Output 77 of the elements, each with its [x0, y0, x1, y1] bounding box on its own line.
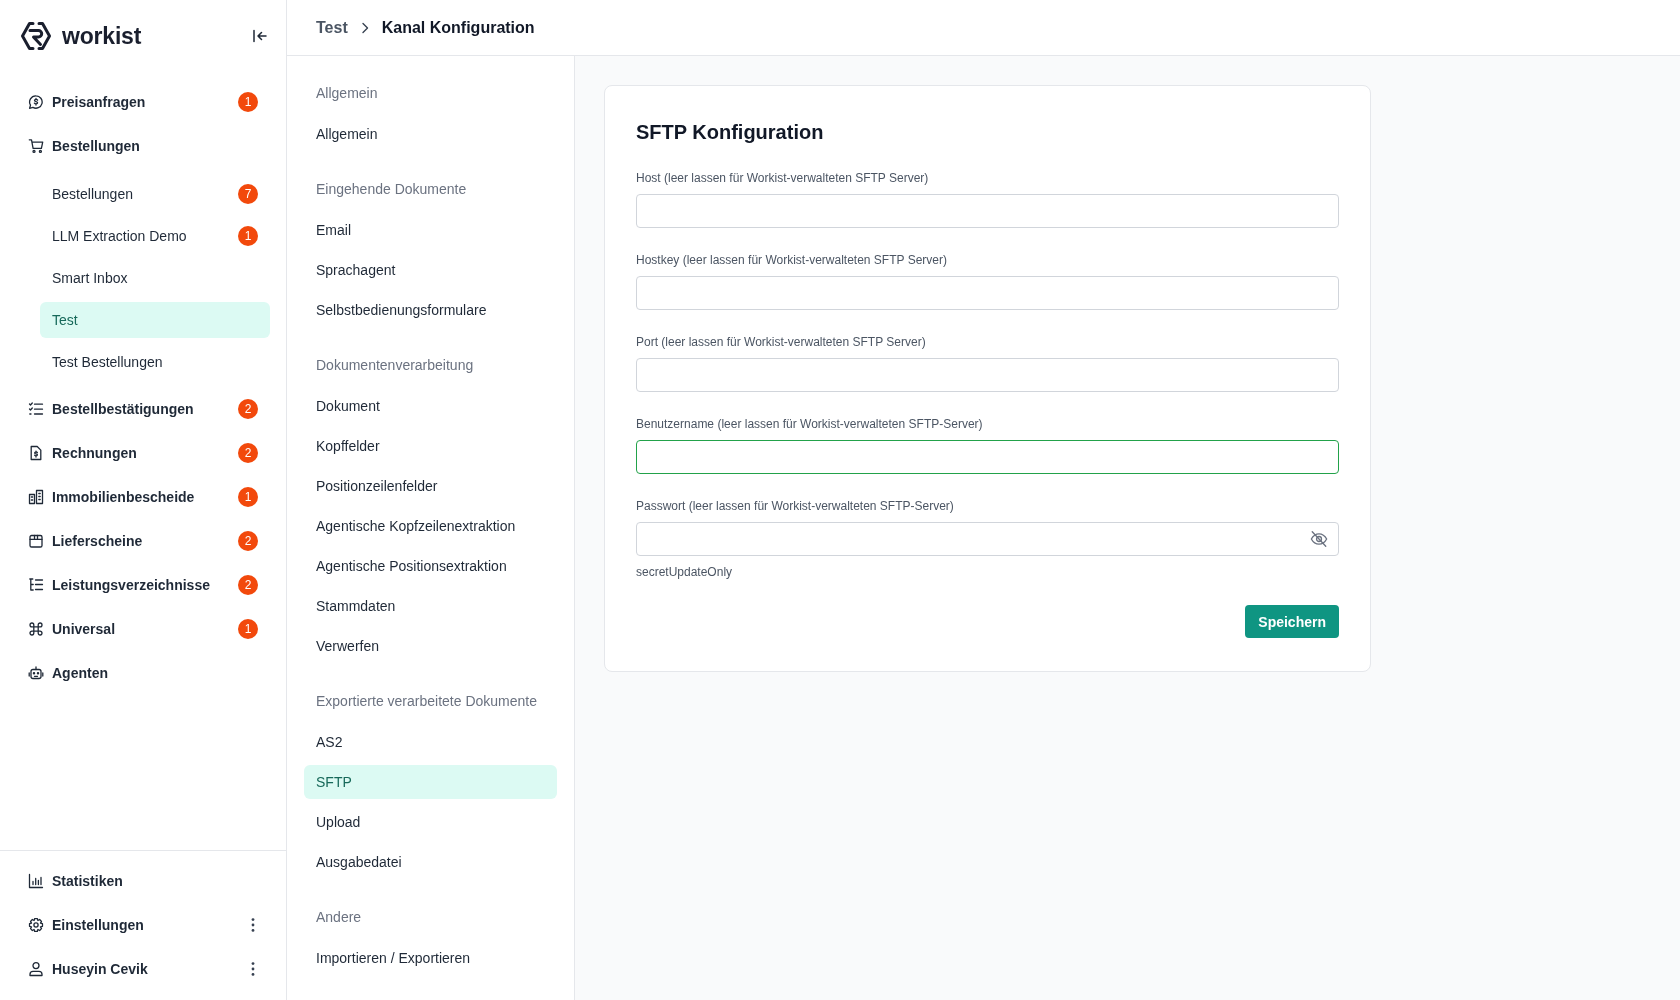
- settings-nav-item[interactable]: Dokument: [304, 389, 557, 423]
- settings-nav-item[interactable]: Sprachagent: [304, 253, 557, 287]
- nav-item[interactable]: Agenten: [16, 655, 270, 691]
- nav-item[interactable]: Bestellungen: [16, 128, 270, 164]
- save-button[interactable]: Speichern: [1245, 605, 1339, 638]
- settings-nav-item[interactable]: Agentische Kopfzeilenextraktion: [304, 509, 557, 543]
- count-badge: 2: [238, 443, 258, 463]
- more-options-icon[interactable]: [251, 962, 255, 976]
- section-heading: Exportierte verarbeitete Dokumente: [315, 692, 538, 711]
- section-heading: Allgemein: [315, 84, 379, 103]
- section-heading: Dokumentenverarbeitung: [315, 356, 475, 375]
- settings-nav-item[interactable]: Stammdaten: [304, 589, 557, 623]
- nav-item[interactable]: Lieferscheine 2: [16, 523, 270, 559]
- settings-nav-item[interactable]: Kopffelder: [304, 429, 557, 463]
- logo-icon: [20, 20, 52, 52]
- bar-chart-icon: [28, 873, 44, 889]
- box-icon: [28, 533, 44, 549]
- count-badge: 2: [238, 531, 258, 551]
- nav-item[interactable]: Statistiken: [16, 863, 270, 899]
- settings-nav-item[interactable]: Agentische Positionsextraktion: [304, 549, 557, 583]
- checklist-icon: [28, 401, 44, 417]
- count-badge: 1: [238, 487, 258, 507]
- field-label: Passwort (leer lassen für Workist-verwalteten SFTP-Server): [636, 498, 955, 515]
- nav-item[interactable]: Rechnungen 2: [16, 435, 270, 471]
- robot-icon: [28, 665, 44, 681]
- field-label: Benutzername (leer lassen für Workist-verwalteten SFTP-Server): [636, 416, 984, 433]
- input-field[interactable]: [636, 440, 1339, 474]
- breadcrumb-link[interactable]: Test: [316, 18, 348, 37]
- section-heading: Eingehende Dokumente: [315, 180, 468, 199]
- command-icon: [28, 621, 44, 637]
- settings-nav-item[interactable]: Upload: [304, 805, 557, 839]
- field-hint: secretUpdateOnly: [636, 564, 734, 580]
- settings-nav-item[interactable]: Positionzeilenfelder: [304, 469, 557, 503]
- collapse-icon[interactable]: [252, 28, 268, 44]
- more-options-icon[interactable]: [251, 918, 255, 932]
- card-title: SFTP Konfiguration: [636, 120, 825, 145]
- settings-nav-item[interactable]: Selbstbedienungsformulare: [304, 293, 557, 327]
- breadcrumb-current: Kanal Konfiguration: [381, 18, 535, 37]
- password-field[interactable]: [636, 522, 1339, 556]
- count-badge: 1: [238, 92, 258, 112]
- nav-item[interactable]: Immobilienbescheide 1: [16, 479, 270, 515]
- nav-item[interactable]: Universal 1: [16, 611, 270, 647]
- field-label: Host (leer lassen für Workist-verwalteten SFTP Server): [636, 170, 930, 187]
- nav-item[interactable]: Huseyin Cevik: [16, 951, 270, 987]
- settings-nav-item[interactable]: Allgemein: [304, 117, 557, 151]
- tree-list-icon: [28, 577, 44, 593]
- nav-item[interactable]: Preisanfragen 1: [16, 84, 270, 120]
- nav-item[interactable]: Bestellbestätigungen 2: [16, 391, 270, 427]
- eye-slash-icon[interactable]: [1310, 530, 1328, 548]
- count-badge: 2: [238, 575, 258, 595]
- count-badge: 2: [238, 399, 258, 419]
- field-label: Hostkey (leer lassen für Workist-verwalteten SFTP Server): [636, 252, 948, 269]
- nav-subitem[interactable]: Test: [40, 302, 270, 338]
- brand-name: workist: [62, 22, 142, 50]
- count-badge: 7: [238, 184, 258, 204]
- chat-dollar-icon: [28, 94, 44, 110]
- document-dollar-icon: [28, 445, 44, 461]
- nav-item[interactable]: Einstellungen: [16, 907, 270, 943]
- settings-nav-item[interactable]: AS2: [304, 725, 557, 759]
- buildings-icon: [28, 489, 44, 505]
- count-badge: 1: [238, 226, 258, 246]
- nav-subitem[interactable]: Smart Inbox: [40, 260, 270, 296]
- settings-nav-item[interactable]: Email: [304, 213, 557, 247]
- field-label: Port (leer lassen für Workist-verwalteten SFTP Server): [636, 334, 927, 351]
- nav-subitem[interactable]: Test Bestellungen: [40, 344, 270, 380]
- user-icon: [28, 961, 44, 977]
- nav-subitem[interactable]: Bestellungen 7: [40, 176, 270, 212]
- settings-icon: [28, 917, 44, 933]
- settings-nav-item[interactable]: Ausgabedatei: [304, 845, 557, 879]
- nav-subitem[interactable]: LLM Extraction Demo 1: [40, 218, 270, 254]
- count-badge: 1: [238, 619, 258, 639]
- settings-nav-item[interactable]: Verwerfen: [304, 629, 557, 663]
- settings-nav-item[interactable]: Importieren / Exportieren: [304, 941, 557, 975]
- cart-icon: [28, 138, 44, 154]
- settings-nav-item[interactable]: SFTP: [304, 765, 557, 799]
- nav-item[interactable]: Leistungsverzeichnisse 2: [16, 567, 270, 603]
- section-heading: Andere: [315, 908, 363, 927]
